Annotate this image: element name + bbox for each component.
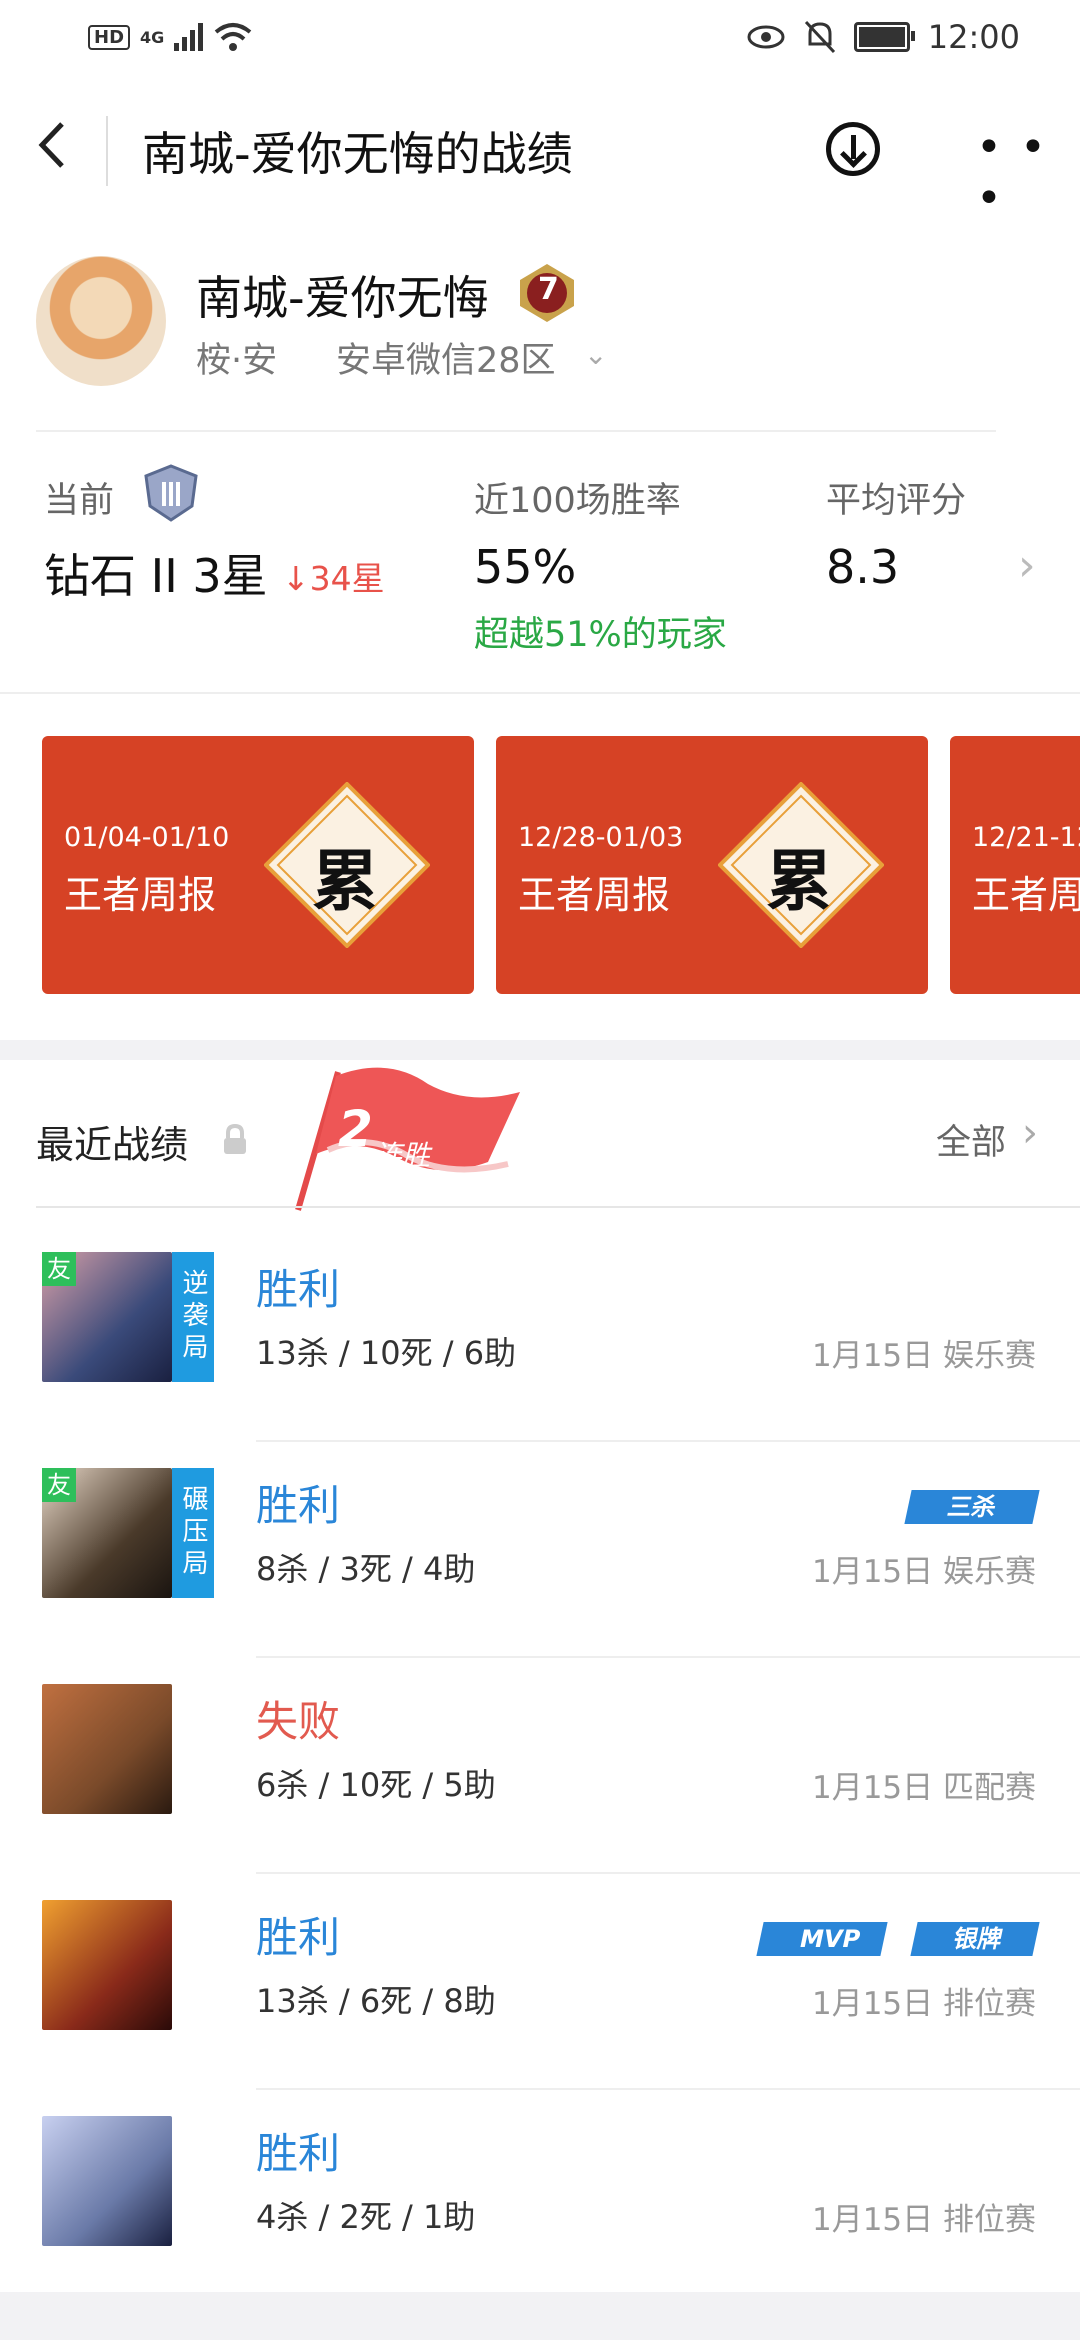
recent-matches-title: 最近战绩 (36, 1123, 189, 1167)
match-row[interactable]: 胜利 4杀 / 2死 / 1助 1月15日 排位赛 (0, 2090, 1080, 2306)
eye-icon (747, 25, 785, 49)
match-row[interactable]: 胜利 13杀 / 6死 / 8助 1月15日 排位赛 MVP 银牌 (0, 1874, 1080, 2090)
wifi-icon (215, 23, 252, 51)
header-divider (106, 116, 108, 186)
match-type-tag: 逆袭局 (172, 1252, 214, 1382)
rank-delta: ↓34星 (282, 559, 385, 598)
friend-tag: 友 (42, 1252, 76, 1286)
divider (36, 1206, 1080, 1208)
status-bar: HD 4G 12:00 (0, 0, 1080, 80)
winrate-value: 55% (474, 540, 577, 594)
player-name: 南城-爱你无悔 (196, 271, 489, 325)
chevron-right-icon[interactable]: › (1022, 1110, 1038, 1156)
signal-icon (174, 23, 204, 51)
bottom-gap (0, 2292, 1080, 2340)
match-kda: 13杀 / 10死 / 6助 (256, 1334, 517, 1372)
match-meta: 1月15日 匹配赛 (811, 1770, 1036, 1806)
weekly-glyph: 累 (766, 843, 832, 920)
match-row[interactable]: 失败 6杀 / 10死 / 5助 1月15日 匹配赛 (0, 1658, 1080, 1874)
match-result: 失败 (256, 1697, 341, 1746)
weekly-glyph: 累 (312, 843, 378, 920)
hero-portrait (42, 1684, 172, 1814)
avg-score-label: 平均评分 (826, 481, 967, 521)
match-kda: 13杀 / 6死 / 8助 (256, 1982, 496, 2020)
match-result: 胜利 (256, 2129, 341, 2178)
status-left: HD 4G (88, 22, 252, 52)
section-gap (0, 1040, 1080, 1060)
rank-emblem-icon (144, 464, 198, 522)
streak-label: 连胜 (374, 1139, 431, 1172)
match-result: 胜利 (256, 1265, 341, 1314)
mute-bell-icon (804, 20, 835, 54)
hero-portrait (42, 1900, 172, 2030)
match-kda: 4杀 / 2死 / 1助 (256, 2198, 476, 2236)
mvp-badge: MVP (756, 1922, 888, 1956)
silver-medal-badge: 银牌 (910, 1922, 1040, 1956)
avatar[interactable] (36, 256, 166, 386)
status-right: 12:00 (746, 18, 1020, 56)
avg-score-value: 8.3 (826, 540, 900, 594)
network-label: 4G (140, 27, 165, 47)
weekly-report-card[interactable]: 12/21-12/27 王者周报 (950, 736, 1080, 994)
server-label[interactable]: 安卓微信28区 (336, 332, 556, 383)
rank-value: 钻石 II 3星 (44, 549, 268, 603)
back-icon[interactable] (36, 120, 76, 180)
hd-icon: HD (88, 24, 131, 50)
divider (0, 692, 1080, 694)
view-all-link[interactable]: 全部 (936, 1114, 1006, 1165)
friend-tag: 友 (42, 1468, 76, 1502)
divider (36, 430, 996, 432)
streak-count: 2 (338, 1100, 373, 1158)
beat-players-text: 超越51%的玩家 (474, 615, 727, 655)
top-nav: 南城-爱你无悔的战绩 • • • (0, 100, 1080, 224)
weekly-title: 王者周报 (972, 873, 1080, 917)
match-row[interactable]: 友 碾压局 胜利 8杀 / 3死 / 4助 1月15日 娱乐赛 三杀 (0, 1442, 1080, 1658)
download-icon[interactable] (826, 122, 880, 176)
weekly-title: 王者周报 (64, 873, 217, 917)
lock-icon[interactable] (222, 1124, 248, 1156)
triple-kill-badge: 三杀 (904, 1490, 1040, 1524)
winrate-label: 近100场胜率 (474, 481, 681, 521)
page-title: 南城-爱你无悔的战绩 (142, 127, 573, 181)
chevron-right-icon[interactable]: › (1018, 540, 1036, 591)
hero-portrait (42, 2116, 172, 2246)
school-label: 桉·安 (196, 341, 278, 381)
weekly-report-card[interactable]: 01/04-01/10 王者周报 累 (42, 736, 474, 994)
match-meta: 1月15日 排位赛 (811, 1986, 1036, 2022)
weekly-date: 01/04-01/10 (64, 822, 230, 853)
match-type-tag: 碾压局 (172, 1468, 214, 1598)
match-meta: 1月15日 娱乐赛 (811, 1338, 1036, 1374)
level-number: 7 (538, 272, 559, 307)
chevron-down-icon[interactable]: ⌄ (584, 338, 607, 371)
match-result: 胜利 (256, 1481, 341, 1530)
battery-icon (853, 22, 915, 52)
weekly-date: 12/21-12/27 (972, 822, 1080, 853)
more-icon[interactable]: • • • (976, 122, 1080, 224)
weekly-date: 12/28-01/03 (518, 822, 684, 853)
match-meta: 1月15日 娱乐赛 (811, 1554, 1036, 1590)
match-kda: 8杀 / 3死 / 4助 (256, 1550, 476, 1588)
match-result: 胜利 (256, 1913, 341, 1962)
match-row[interactable]: 友 逆袭局 胜利 13杀 / 10死 / 6助 1月15日 娱乐赛 (0, 1226, 1080, 1442)
current-label: 当前 (44, 481, 115, 521)
clock: 12:00 (927, 18, 1020, 56)
weekly-title: 王者周报 (518, 873, 671, 917)
match-kda: 6杀 / 10死 / 5助 (256, 1766, 496, 1804)
match-meta: 1月15日 排位赛 (811, 2202, 1036, 2238)
weekly-report-card[interactable]: 12/28-01/03 王者周报 累 (496, 736, 928, 994)
